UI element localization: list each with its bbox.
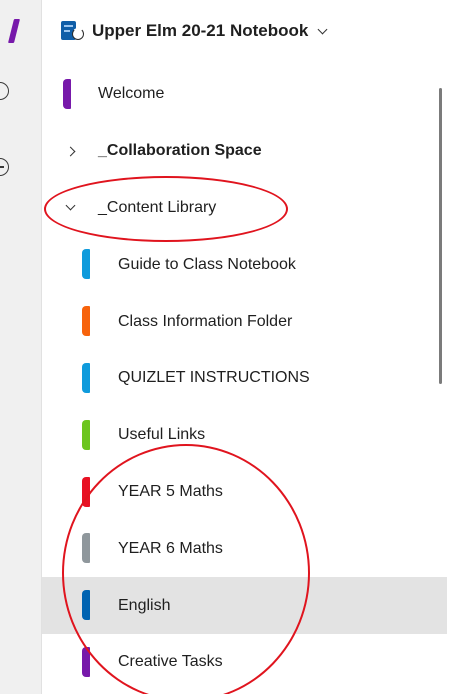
section-label: Useful Links xyxy=(118,426,206,444)
section-color-tab-icon xyxy=(82,306,90,337)
chevron-right-icon[interactable] xyxy=(65,146,76,157)
section-color-tab-icon xyxy=(82,646,90,677)
section-list-scrollbar[interactable] xyxy=(439,88,442,384)
section-item-creative-tasks[interactable]: Creative Tasks xyxy=(42,634,447,691)
section-item-guide-to-class-notebook[interactable]: Guide to Class Notebook xyxy=(42,236,447,293)
section-item-welcome[interactable]: Welcome xyxy=(42,66,447,123)
section-color-tab-icon xyxy=(82,249,90,280)
section-group-label: _Collaboration Space xyxy=(98,142,262,160)
section-color-tab-icon xyxy=(82,533,90,564)
section-item-class-information-folder[interactable]: Class Information Folder xyxy=(42,293,447,350)
section-item-english[interactable]: English xyxy=(42,577,447,634)
section-group-label: _Content Library xyxy=(98,198,217,216)
section-label: YEAR 6 Maths xyxy=(118,539,223,557)
collapse-icon[interactable] xyxy=(0,158,9,176)
section-label: QUIZLET INSTRUCTIONS xyxy=(118,369,310,387)
chevron-down-icon xyxy=(317,24,328,34)
section-label: English xyxy=(118,596,171,614)
section-item-year-6-maths[interactable]: YEAR 6 Maths xyxy=(42,520,447,577)
notebook-title: Upper Elm 20-21 Notebook xyxy=(92,21,309,40)
section-item-useful-links[interactable]: Useful Links xyxy=(42,407,447,464)
section-list: Welcome _Collaboration Space _Content Li… xyxy=(42,66,447,691)
onenote-logo-icon xyxy=(8,19,20,43)
section-label: Guide to Class Notebook xyxy=(118,255,296,273)
section-label: Class Information Folder xyxy=(118,312,293,330)
section-label: Welcome xyxy=(98,85,165,103)
section-color-tab-icon xyxy=(82,476,90,507)
section-color-tab-icon xyxy=(63,79,71,109)
chevron-down-icon[interactable] xyxy=(65,200,76,211)
section-item-year-5-maths[interactable]: YEAR 5 Maths xyxy=(42,464,447,521)
section-color-tab-icon xyxy=(82,362,90,393)
section-group-collaboration-space[interactable]: _Collaboration Space xyxy=(42,123,447,180)
section-color-tab-icon xyxy=(82,419,90,450)
section-color-tab-icon xyxy=(82,590,90,621)
section-label: YEAR 5 Maths xyxy=(118,482,223,500)
app-rail xyxy=(0,0,42,694)
section-label: Creative Tasks xyxy=(118,653,223,671)
section-item-quizlet-instructions[interactable]: QUIZLET INSTRUCTIONS xyxy=(42,350,447,407)
search-icon[interactable] xyxy=(0,82,9,100)
notebook-sync-icon xyxy=(61,20,85,42)
notebook-picker[interactable]: Upper Elm 20-21 Notebook xyxy=(42,0,461,62)
section-group-content-library[interactable]: _Content Library xyxy=(42,180,447,237)
